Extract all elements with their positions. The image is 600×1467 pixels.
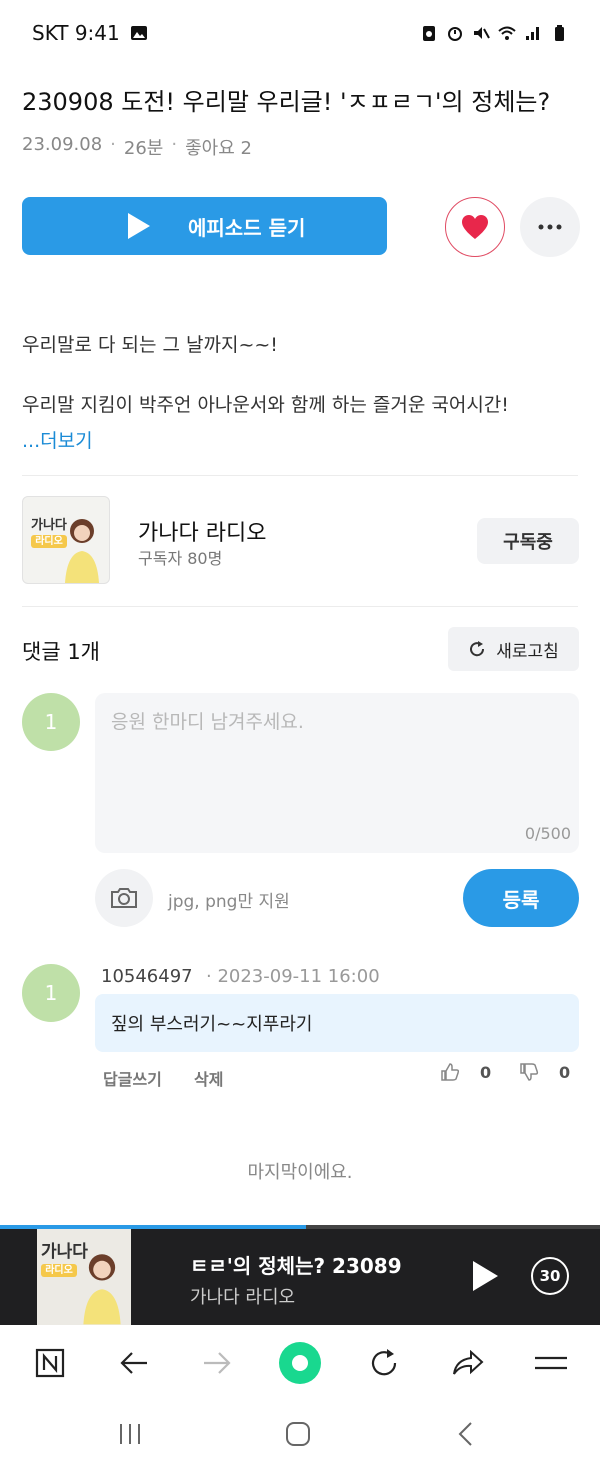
status-bar: SKT 9:41 [0,0,600,66]
back-arrow-icon[interactable] [116,1345,152,1381]
dislike-vote-button[interactable]: 0 [519,1062,570,1082]
episode-likes: 좋아요 2 [185,138,252,159]
wifi-icon [498,26,516,40]
system-back-icon[interactable] [448,1416,484,1452]
host-photo [83,1254,121,1325]
alarm-icon [448,27,462,41]
play-episode-button[interactable]: 에피소드 듣기 [22,197,387,255]
share-icon[interactable] [450,1345,486,1381]
char-count: 0/500 [524,824,571,843]
battery-icon [555,25,564,41]
divider [22,606,578,607]
like-button[interactable] [445,197,505,257]
host-photo [65,519,99,583]
episode-duration: 26분 [123,138,164,159]
player-play-button[interactable] [473,1261,498,1291]
dislike-count: 0 [559,1062,571,1082]
forward-arrow-icon[interactable] [199,1345,235,1381]
heart-icon [462,215,488,239]
play-episode-label: 에피소드 듣기 [188,215,306,240]
avatar: 1 [22,964,80,1022]
delete-button[interactable]: 삭제 [194,1066,223,1090]
like-count: 0 [480,1062,492,1082]
episode-description-line: 우리말 지킴이 박주언 아나운서와 함께 하는 즐거운 국어시간! [22,394,509,416]
player-thumbnail: 가나다 라디오 [37,1229,131,1325]
refresh-icon [470,641,485,657]
refresh-label: 새로고침 [496,641,559,662]
gallery-icon [130,26,147,40]
meta-separator: · [110,134,116,155]
green-dot-icon[interactable] [278,1341,322,1385]
comment-author: 10546497 [101,966,193,987]
play-icon [128,213,150,239]
attach-hint: jpg, png만 지원 [168,892,290,912]
skip-30-button[interactable]: 30 [531,1257,569,1295]
naver-home-icon[interactable] [32,1345,68,1381]
mini-player[interactable]: 가나다 라디오 ㅌㄹ'의 정체는? 23089 가나다 라디오 30 [0,1225,600,1325]
reload-icon[interactable] [366,1345,402,1381]
episode-description-line: 우리말로 다 되는 그 날까지~~! [22,334,278,356]
battery-saver-icon [423,26,435,41]
end-of-list-message: 마지막이에요. [247,1162,353,1183]
submit-comment-button[interactable]: 등록 [463,869,579,927]
mute-icon [474,27,490,39]
subscribe-button[interactable]: 구독중 [477,518,579,564]
browser-toolbar [0,1325,600,1400]
avatar: 1 [22,693,80,751]
player-title: ㅌㄹ'의 정체는? 23089 [190,1254,402,1278]
signal-icon [526,27,539,40]
comment-input[interactable]: 응원 한마디 남겨주세요. 0/500 [95,693,579,853]
reply-button[interactable]: 답글쓰기 [103,1066,162,1090]
carrier-time: SKT 9:41 [32,21,120,45]
channel-thumbnail[interactable]: 가나다 라디오 [22,496,110,584]
more-icon [538,224,562,230]
episode-date: 23.09.08 [22,134,103,155]
like-vote-button[interactable]: 0 [440,1062,491,1082]
comment-timestamp: · 2023-09-11 16:00 [206,966,380,987]
episode-title: 230908 도전! 우리말 우리글! 'ㅈㅍㄹㄱ'의 정체는? [22,88,551,116]
episode-meta: 23.09.08 · 26분 · 좋아요 2 [22,134,252,160]
camera-icon [111,888,137,908]
recent-apps-icon[interactable] [112,1416,148,1452]
channel-subscribers: 구독자 80명 [138,549,223,568]
show-more-link[interactable]: ...더보기 [22,426,93,453]
comment-placeholder: 응원 한마디 남겨주세요. [111,711,304,733]
refresh-button[interactable]: 새로고침 [448,627,579,671]
comment-text: 짚의 부스러기~~지푸라기 [95,994,579,1052]
channel-name[interactable]: 가나다 라디오 [138,515,266,547]
attach-photo-button[interactable] [95,869,153,927]
comments-count: 댓글 1개 [22,640,100,664]
thumbs-down-icon [520,1063,539,1081]
system-nav-bar [0,1400,600,1467]
thumbs-up-icon [441,1063,460,1081]
more-options-button[interactable] [520,197,580,257]
player-channel: 가나다 라디오 [190,1287,296,1308]
home-icon[interactable] [280,1416,316,1452]
divider [22,475,578,476]
menu-icon[interactable] [533,1345,569,1381]
meta-separator: · [171,134,178,155]
